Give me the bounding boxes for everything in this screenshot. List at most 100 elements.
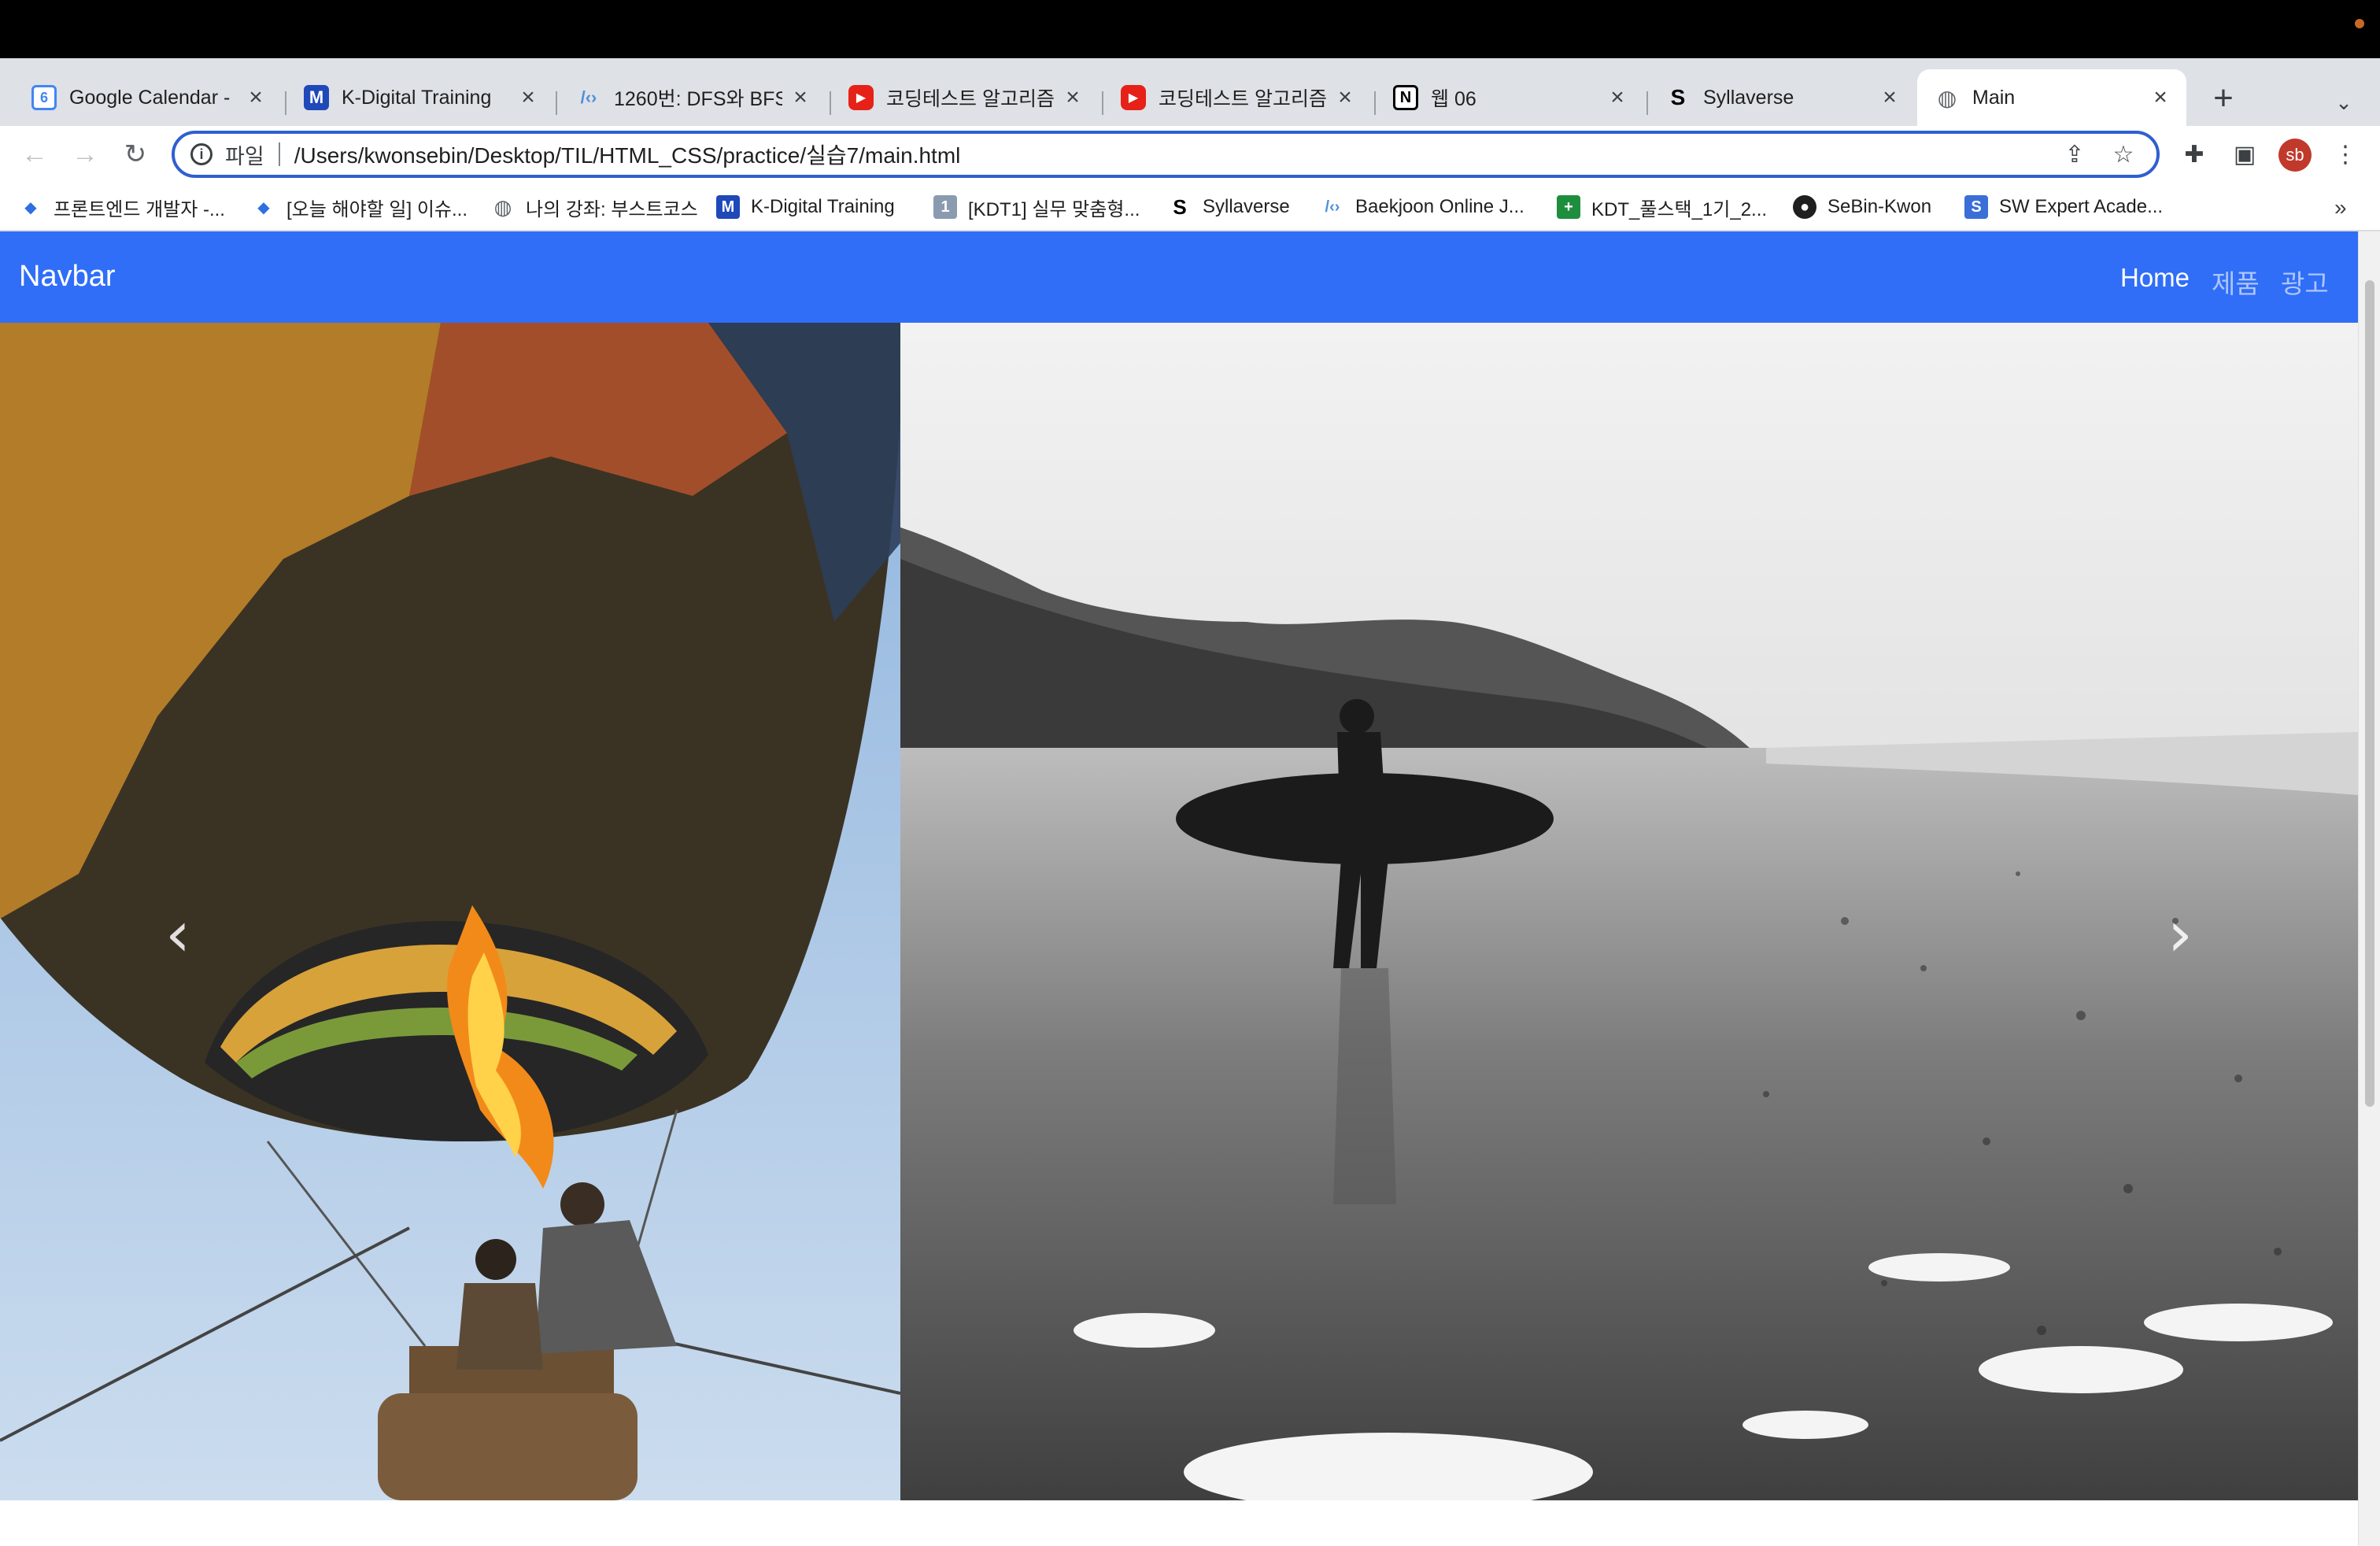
browser-toolbar: ← → ↻ i 파일 /Users/kwonsebin/Desktop/TIL/… [0, 126, 2380, 183]
forward-arrow-icon[interactable]: → [68, 137, 102, 172]
tab-title: 웹 06 [1431, 88, 1476, 110]
url-text[interactable]: /Users/kwonsebin/Desktop/TIL/HTML_CSS/pr… [294, 139, 2059, 170]
carousel-prev-chevron-icon[interactable]: ‹ [154, 897, 201, 971]
bookmark-item[interactable]: ◆ [오늘 해야할 일] 이슈... [252, 194, 468, 220]
new-tab-plus-icon[interactable]: + [2207, 79, 2240, 117]
surfer-on-beach-photo: › [900, 323, 2358, 1500]
bookmark-label: 나의 강좌: 부스트코스 [526, 198, 698, 220]
close-icon[interactable]: × [1878, 84, 1901, 110]
bookmark-label: 프론트엔드 개발자 -... [54, 198, 225, 220]
bookmark-label: K-Digital Training [751, 196, 895, 217]
surfer-beach-illustration [900, 323, 2358, 1500]
syllaverse-icon: S [1670, 85, 1686, 109]
diamond-icon: ◆ [24, 198, 37, 216]
close-icon[interactable]: × [516, 84, 540, 110]
os-top-bar [0, 0, 2380, 58]
reload-icon[interactable]: ↻ [118, 137, 153, 172]
globe-icon: ◍ [1937, 85, 1957, 110]
bookmark-label: [오늘 해야할 일] 이슈... [286, 198, 468, 220]
bookmark-item[interactable]: M K-Digital Training [716, 194, 895, 220]
navbar-brand[interactable]: Navbar [19, 260, 116, 294]
close-icon[interactable]: × [2149, 84, 2172, 110]
bookmark-item[interactable]: /‹› Baekjoon Online J... [1321, 194, 1524, 220]
tab-baekjoon[interactable]: /‹› 1260번: DFS와 BFS × [559, 69, 826, 126]
profile-avatar[interactable]: sb [2278, 139, 2312, 172]
number-one-icon: 1 [933, 195, 957, 219]
carousel-next-chevron-icon[interactable]: › [2156, 897, 2204, 971]
close-icon[interactable]: × [1606, 84, 1629, 110]
tab-main-active[interactable]: ◍ Main × [1917, 69, 2186, 126]
tab-youtube-1[interactable]: ▶ 코딩테스트 알고리즘 - × [831, 69, 1099, 126]
bookmark-item[interactable]: ◆ 프론트엔드 개발자 -... [19, 194, 225, 220]
tab-k-digital[interactable]: M K-Digital Training × [286, 69, 554, 126]
site-info-icon[interactable]: i [190, 143, 213, 165]
swea-icon: S [1964, 195, 1988, 219]
tab-title: Main [1972, 86, 2016, 109]
globe-icon: ◍ [493, 194, 512, 219]
site-navbar: Navbar Home 제품 광고 [0, 231, 2358, 323]
bookmark-label: KDT_풀스택_1기_2... [1591, 198, 1768, 220]
bookmarks-bar: ◆ 프론트엔드 개발자 -... ◆ [오늘 해야할 일] 이슈... ◍ 나의… [0, 183, 2380, 231]
code-icon: /‹› [580, 87, 597, 107]
page-content: Navbar Home 제품 광고 ‹ › [0, 231, 2358, 1546]
bookmark-star-icon[interactable]: ☆ [2108, 139, 2139, 170]
omnibox-divider [278, 142, 280, 166]
bookmark-item[interactable]: S Syllaverse [1168, 194, 1290, 220]
tab-title: Syllaverse [1703, 86, 1794, 109]
diamond-icon: ◆ [257, 198, 270, 216]
bookmark-item[interactable]: + KDT_풀스택_1기_2... [1557, 194, 1767, 220]
scheme-label: 파일 [225, 144, 264, 168]
bookmark-label: Syllaverse [1203, 196, 1290, 217]
sheets-icon: + [1557, 195, 1580, 219]
tab-strip: 6 Google Calendar - × M K-Digital Traini… [0, 58, 2380, 126]
close-icon[interactable]: × [244, 84, 268, 110]
youtube-icon: ▶ [848, 85, 874, 110]
notion-icon: N [1393, 85, 1418, 110]
close-icon[interactable]: × [789, 84, 812, 110]
bookmarks-overflow-icon[interactable]: » [2334, 195, 2347, 220]
tab-google-calendar[interactable]: 6 Google Calendar - × [14, 69, 282, 126]
tab-title: 1260번: DFS와 BFS [614, 88, 782, 110]
share-icon[interactable]: ⇪ [2059, 139, 2090, 170]
k-digital-icon: M [304, 85, 329, 110]
hot-air-balloon-illustration [0, 323, 900, 1500]
more-menu-icon[interactable]: ⋮ [2330, 139, 2361, 170]
bookmark-label: SeBin-Kwon [1828, 196, 1932, 217]
nav-link-products[interactable]: 제품 [2212, 263, 2260, 301]
image-carousel: ‹ › [0, 323, 2358, 1500]
bookmark-label: SW Expert Acade... [1999, 196, 2164, 217]
extensions-puzzle-icon[interactable]: ✚ [2179, 139, 2210, 170]
nav-link-home[interactable]: Home [2120, 263, 2190, 293]
hot-air-balloon-photo: ‹ [0, 323, 900, 1500]
syllaverse-icon: S [1173, 194, 1187, 219]
bookmark-label: Baekjoon Online J... [1355, 196, 1524, 217]
google-calendar-icon: 6 [31, 85, 57, 110]
github-icon: ● [1793, 195, 1816, 219]
bookmark-item[interactable]: S SW Expert Acade... [1964, 194, 2163, 220]
recording-indicator-icon [2355, 19, 2364, 28]
bookmark-item[interactable]: 1 [KDT1] 실무 맞춤형... [933, 194, 1140, 220]
close-icon[interactable]: × [1061, 84, 1085, 110]
bookmark-item[interactable]: ● SeBin-Kwon [1793, 194, 1931, 220]
back-arrow-icon[interactable]: ← [17, 137, 52, 172]
tab-title: 코딩테스트 알고리즘 - [1159, 88, 1327, 110]
close-icon[interactable]: × [1333, 84, 1357, 110]
bookmark-item[interactable]: ◍ 나의 강좌: 부스트코스 [491, 194, 698, 220]
youtube-icon: ▶ [1121, 85, 1146, 110]
tab-title: Google Calendar - [69, 86, 231, 109]
tab-title: K-Digital Training [342, 86, 492, 109]
tab-title: 코딩테스트 알고리즘 - [886, 88, 1055, 110]
code-icon: /‹› [1325, 198, 1340, 216]
bookmark-label: [KDT1] 실무 맞춤형... [968, 198, 1140, 220]
scrollbar-thumb[interactable] [2365, 280, 2374, 1107]
tab-syllaverse[interactable]: S Syllaverse × [1648, 69, 1916, 126]
k-digital-icon: M [716, 195, 740, 219]
address-bar[interactable]: i 파일 /Users/kwonsebin/Desktop/TIL/HTML_C… [172, 131, 2160, 178]
tab-search-chevron-down-icon[interactable]: ⌄ [2330, 88, 2358, 117]
page-scrollbar[interactable] [2358, 231, 2380, 1546]
side-panel-icon[interactable]: ▣ [2229, 139, 2260, 170]
tab-notion[interactable]: N 웹 06 × [1376, 69, 1643, 126]
tab-youtube-2[interactable]: ▶ 코딩테스트 알고리즘 - × [1103, 69, 1371, 126]
tab-separator [556, 91, 557, 115]
nav-link-ads[interactable]: 광고 [2281, 263, 2329, 301]
